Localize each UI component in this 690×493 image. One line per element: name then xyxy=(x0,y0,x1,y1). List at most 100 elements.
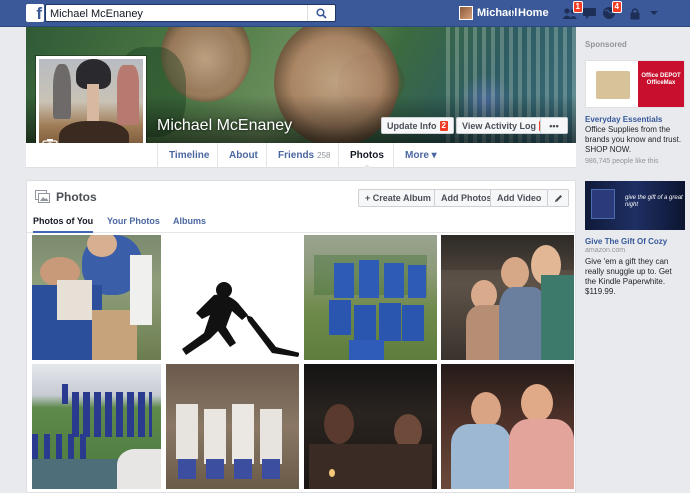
lock-icon xyxy=(630,7,640,19)
photo-player xyxy=(176,404,198,459)
photo-face xyxy=(471,392,501,428)
photo-tile[interactable] xyxy=(441,364,574,489)
photos-icon xyxy=(35,190,50,203)
photo-face xyxy=(501,257,529,289)
photo-tile[interactable] xyxy=(166,364,299,489)
search-icon xyxy=(316,7,327,19)
photo-tile[interactable] xyxy=(441,235,574,360)
search-button[interactable] xyxy=(307,5,335,21)
chevron-down-icon xyxy=(650,11,658,15)
photo-candle xyxy=(329,469,335,477)
tab-timeline[interactable]: Timeline xyxy=(157,143,220,168)
edit-button[interactable] xyxy=(547,189,569,207)
office-depot-logo: Office DEPOT OfficeMax xyxy=(638,61,684,107)
photo-team xyxy=(72,392,152,437)
update-info-count: 2 xyxy=(439,120,448,131)
pp-mannequin-right xyxy=(117,65,139,125)
photo-shirt xyxy=(509,419,574,489)
friend-requests-button[interactable]: 1 xyxy=(561,1,583,21)
photos-tabs: Photos of You Your Photos Albums xyxy=(27,211,575,233)
profile-name[interactable]: Michael McEnaney xyxy=(157,117,292,135)
messages-icon xyxy=(582,7,596,19)
photo-tile[interactable] xyxy=(304,235,437,360)
tab-friends-label: Friends xyxy=(278,150,315,161)
top-navigation-bar: f Michael Home 1 4 xyxy=(0,0,690,27)
photo-player xyxy=(232,404,254,464)
tab-your-photos[interactable]: Your Photos xyxy=(107,216,160,226)
create-album-button[interactable]: + Create Album xyxy=(358,189,438,207)
hockey-player-silhouette xyxy=(182,282,299,357)
photo-tile[interactable] xyxy=(32,235,161,360)
photo-player xyxy=(329,300,351,335)
right-sidebar: Sponsored Office DEPOT OfficeMax Everyda… xyxy=(583,27,690,493)
pp-mannequin-left xyxy=(53,64,71,119)
more-options-button[interactable]: ••• xyxy=(540,117,568,134)
photo-team xyxy=(32,434,92,459)
timeline-navigation: Timeline About Friends 258 Photos More ▾ xyxy=(26,143,576,169)
messages-button[interactable] xyxy=(580,5,598,21)
activity-log-label: View Activity Log xyxy=(462,120,537,131)
photo-player xyxy=(359,260,379,298)
search-input[interactable] xyxy=(50,6,305,21)
photo-face xyxy=(324,404,354,444)
ad1-text: Office Supplies from the brands you know… xyxy=(585,125,682,154)
photo-player xyxy=(402,305,424,341)
photo-player xyxy=(349,340,384,360)
ad1-title[interactable]: Everyday Essentials xyxy=(585,115,662,124)
photos-header: Photos + Create Album Add Photos Add Vid… xyxy=(27,181,575,209)
more-dots-icon: ••• xyxy=(549,120,559,131)
photo-table xyxy=(309,444,432,489)
add-video-button[interactable]: Add Video xyxy=(490,189,549,207)
update-info-button[interactable]: Update Info 2 xyxy=(381,117,454,134)
photo-dress xyxy=(541,275,574,360)
photos-title: Photos xyxy=(56,190,97,204)
photo-shirt xyxy=(117,449,161,489)
folder-image xyxy=(596,71,630,99)
office-depot-logo-text: Office DEPOT OfficeMax xyxy=(641,73,681,86)
photo-player xyxy=(204,409,226,464)
kindle-device xyxy=(591,189,615,219)
photo-face xyxy=(521,384,553,422)
tab-more[interactable]: More ▾ xyxy=(393,143,448,168)
tab-photos-of-you[interactable]: Photos of You xyxy=(33,216,94,233)
photo-bg-person xyxy=(130,255,152,325)
add-photos-button[interactable]: Add Photos xyxy=(434,189,499,207)
ad1-likes: 986,745 people like this xyxy=(585,158,659,165)
photo-tile[interactable] xyxy=(166,235,299,360)
photo-shirt xyxy=(499,287,547,360)
tab-about[interactable]: About xyxy=(217,143,269,168)
facebook-logo-icon[interactable]: f xyxy=(26,4,44,22)
ad2-domain: amazon.com xyxy=(585,247,626,254)
notifications-button[interactable]: 4 xyxy=(600,1,622,21)
update-info-label: Update Info xyxy=(387,120,437,131)
tab-photos[interactable]: Photos xyxy=(338,143,395,169)
sponsored-heading: Sponsored xyxy=(585,40,627,49)
ad-office-depot-image[interactable]: Office DEPOT OfficeMax xyxy=(585,60,685,108)
ad2-text: Give 'em a gift they can really snuggle … xyxy=(585,257,672,296)
account-settings-button[interactable] xyxy=(645,5,663,21)
photo-tile[interactable] xyxy=(304,364,437,489)
photo-player xyxy=(354,305,376,340)
search-box xyxy=(45,4,336,22)
pencil-icon xyxy=(554,194,562,202)
photo-player xyxy=(379,303,401,341)
photo-player xyxy=(334,263,354,298)
nav-divider xyxy=(511,7,512,19)
tab-albums[interactable]: Albums xyxy=(173,216,206,226)
photo-player xyxy=(384,263,404,298)
ad-kindle-image[interactable]: give the gift of a great night xyxy=(585,181,685,230)
activity-log-button[interactable]: View Activity Log 9 xyxy=(456,117,554,134)
photo-flag-shirt xyxy=(57,280,92,320)
photo-player xyxy=(260,409,282,464)
notifications-badge: 4 xyxy=(611,1,622,13)
ad2-title[interactable]: Give The Gift Of Cozy xyxy=(585,237,667,246)
home-link[interactable]: Home xyxy=(518,7,549,19)
tab-friends[interactable]: Friends 258 xyxy=(266,143,341,168)
photo-shorts xyxy=(178,459,288,479)
photo-tile[interactable] xyxy=(32,364,161,489)
user-avatar[interactable] xyxy=(459,6,473,20)
photo-shirt xyxy=(451,424,511,489)
kindle-ad-text: give the gift of a great night xyxy=(625,195,683,208)
friends-count: 258 xyxy=(317,151,331,160)
privacy-shortcuts-button[interactable] xyxy=(626,5,644,21)
